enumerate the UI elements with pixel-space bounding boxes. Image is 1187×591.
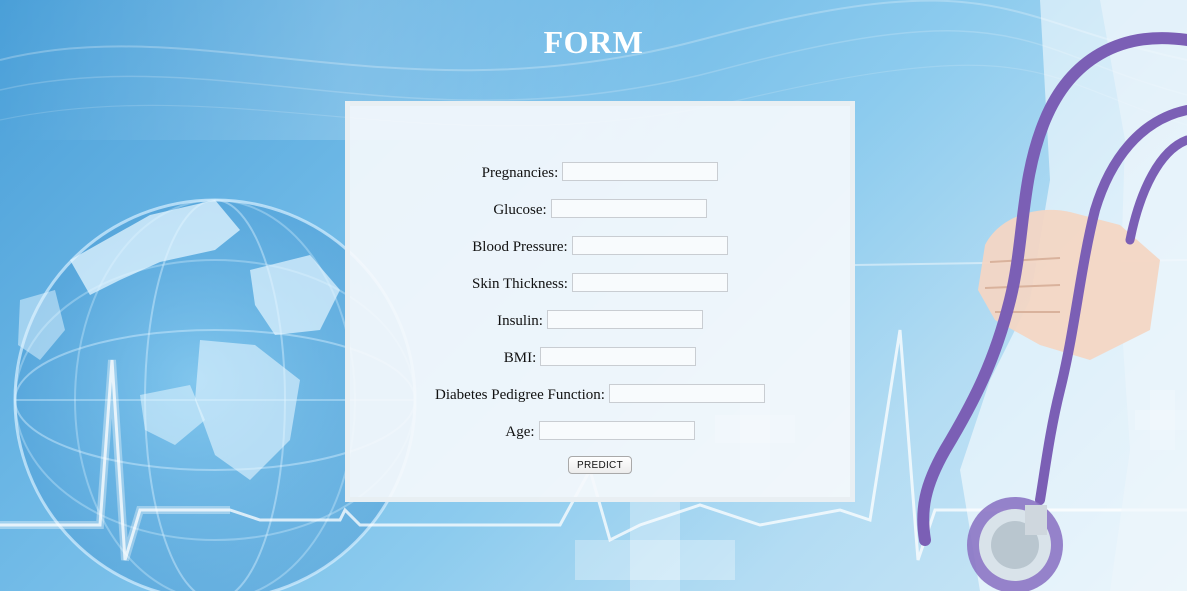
glucose-input[interactable] [550,199,707,218]
age-label: Age: [505,424,535,440]
form-row-skin-thickness: Skin Thickness: [350,273,850,310]
diabetes-pedigree-function-input[interactable] [608,384,765,403]
form-row-bmi: BMI: [350,347,850,384]
page-title: FORM [543,24,644,60]
bmi-input[interactable] [540,347,697,366]
age-input[interactable] [538,421,695,440]
form-row-glucose: Glucose: [350,199,850,236]
blood-pressure-label: Blood Pressure: [472,239,568,255]
prediction-form: Pregnancies: Glucose: Blood Pressure: Sk… [345,101,855,502]
form-row-blood-pressure: Blood Pressure: [350,236,850,273]
pregnancies-label: Pregnancies: [481,165,559,181]
bmi-label: BMI: [503,350,537,366]
skin-thickness-label: Skin Thickness: [472,276,568,292]
predict-button[interactable]: PREDICT [568,456,632,474]
insulin-input[interactable] [546,310,703,329]
form-row-age: Age: [350,421,850,458]
skin-thickness-input[interactable] [571,273,728,292]
stethoscope-chestpiece [967,497,1063,591]
form-fields: Pregnancies: Glucose: Blood Pressure: Sk… [350,162,850,474]
predict-row: PREDICT [350,456,850,474]
blood-pressure-input[interactable] [571,236,728,255]
form-row-insulin: Insulin: [350,310,850,347]
form-row-diabetes-pedigree-function: Diabetes Pedigree Function: [350,384,850,421]
form-row-pregnancies: Pregnancies: [350,162,850,199]
pregnancies-input[interactable] [562,162,719,181]
insulin-label: Insulin: [497,313,543,329]
glucose-label: Glucose: [493,202,547,218]
diabetes-pedigree-function-label: Diabetes Pedigree Function: [435,387,605,403]
